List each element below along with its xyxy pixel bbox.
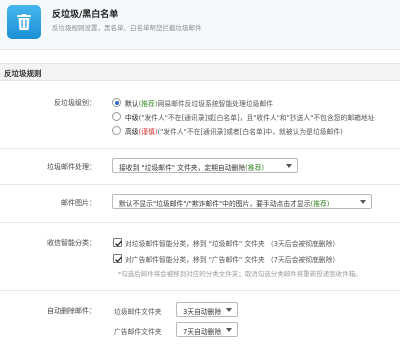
option-level-high[interactable]: 高级(谨慎)("发件人"不在[通讯录]或者[白名单]中，就被认为是垃圾邮件) bbox=[125, 126, 343, 136]
checkbox-spam-classify[interactable] bbox=[113, 238, 123, 247]
page-header: 反垃圾/黑白名单 反垃圾规则设置，黑名单、白名单帮您拦截垃圾邮件 bbox=[0, 0, 400, 50]
mail-images-label: 邮件图片： bbox=[61, 199, 96, 207]
spam-handling-label: 垃圾邮件处理： bbox=[47, 163, 96, 171]
radio-level-default[interactable] bbox=[112, 98, 121, 107]
smart-classify-label: 收信智能分类： bbox=[47, 239, 96, 247]
option-level-default[interactable]: 默认(推荐)网易邮件反垃圾系统智能处理垃圾邮件 bbox=[125, 98, 273, 108]
classify-hint: *勾选后邮件将会被移到对应的分类文件夹；取消勾选分类邮件将重新投递到收件箱。 bbox=[118, 270, 362, 278]
divider bbox=[0, 222, 400, 223]
trash-bin-icon bbox=[7, 5, 41, 39]
mail-images-select[interactable]: 默认不显示"垃圾邮件"/"欺诈邮件"中的图片，要手动点击才显示(推荐) bbox=[112, 194, 372, 209]
spam-level-label: 反垃圾级别： bbox=[54, 99, 96, 107]
section-header: 反垃圾规则 bbox=[0, 63, 400, 81]
check-icon bbox=[115, 256, 123, 263]
ad-folder-label: 广告邮件文件夹 bbox=[114, 328, 162, 336]
page-title: 反垃圾/黑白名单 bbox=[52, 10, 119, 20]
chevron-down-icon bbox=[226, 308, 232, 312]
chevron-down-icon bbox=[226, 328, 232, 332]
ad-folder-delete-select[interactable]: 7天自动删除 bbox=[176, 322, 238, 337]
chevron-down-icon bbox=[286, 164, 292, 168]
divider bbox=[0, 148, 400, 149]
check-icon bbox=[115, 240, 123, 247]
spam-folder-delete-select[interactable]: 3天自动删除 bbox=[176, 302, 238, 317]
spam-folder-label: 垃圾邮件文件夹 bbox=[114, 308, 162, 316]
page-subtitle: 反垃圾规则设置，黑名单、白名单帮您拦截垃圾邮件 bbox=[52, 24, 202, 32]
radio-level-medium[interactable] bbox=[112, 112, 121, 121]
radio-level-high[interactable] bbox=[112, 126, 121, 135]
checkbox-ad-classify[interactable] bbox=[113, 254, 123, 263]
spam-handling-select[interactable]: 接收到 "垃圾邮件" 文件夹，定期自动删除(推荐) bbox=[112, 158, 298, 173]
divider bbox=[0, 184, 400, 185]
divider bbox=[0, 290, 400, 291]
option-spam-classify[interactable]: 对垃圾邮件智能分类，移到 "垃圾邮件" 文件夹 （3天后会被彻底删除） bbox=[125, 238, 339, 248]
auto-delete-label: 自动删除邮件： bbox=[47, 307, 96, 315]
option-ad-classify[interactable]: 对广告邮件智能分类，移到 "广告邮件" 文件夹 （7天后会被彻底删除） bbox=[125, 254, 339, 264]
chevron-down-icon bbox=[360, 200, 366, 204]
section-title: 反垃圾规则 bbox=[4, 69, 42, 78]
option-level-medium[interactable]: 中级("发件人"不在[通讯录]或[白名单]，且"收件人"和"抄送人"不包含您的邮… bbox=[125, 112, 375, 122]
